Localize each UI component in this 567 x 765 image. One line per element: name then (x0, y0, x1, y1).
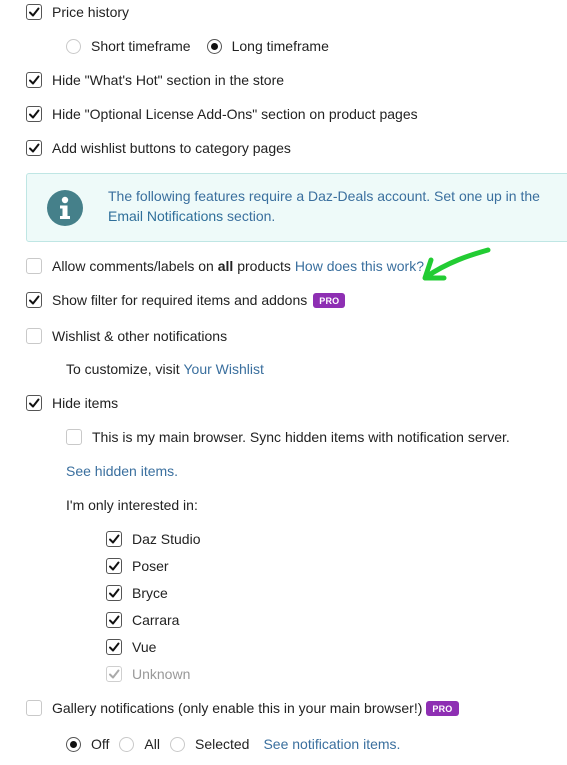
hide-optional-addons-option[interactable]: Hide "Optional License Add-Ons" section … (26, 106, 418, 122)
allow-comments-label-suffix: products (237, 258, 291, 274)
software-option-vue[interactable]: Vue (106, 639, 156, 655)
gallery-selected-label: Selected (194, 736, 250, 752)
poser-label: Poser (132, 558, 169, 574)
price-history-option[interactable]: Price history (26, 4, 129, 20)
wishlist-buttons-checkbox[interactable] (26, 140, 42, 156)
price-history-checkbox[interactable] (26, 4, 42, 20)
allow-comments-label-bold: all (217, 258, 234, 274)
software-option-poser[interactable]: Poser (106, 558, 169, 574)
sync-hidden-option[interactable]: This is my main browser. Sync hidden ite… (66, 429, 510, 445)
allow-comments-checkbox[interactable] (26, 258, 42, 274)
gallery-off-radio[interactable] (66, 736, 81, 752)
wishlist-buttons-option[interactable]: Add wishlist buttons to category pages (26, 140, 291, 156)
show-filter-label: Show filter for required items and addon… (52, 292, 308, 308)
gallery-all-label: All (144, 736, 160, 752)
info-message: The following features require a Daz-Dea… (108, 186, 567, 226)
software-option-bryce[interactable]: Bryce (106, 585, 168, 601)
wishlist-buttons-label: Add wishlist buttons to category pages (52, 140, 291, 156)
info-icon (47, 190, 83, 226)
gallery-off-label: Off (91, 736, 110, 752)
see-hidden-items-link[interactable]: See hidden items. (66, 463, 178, 479)
daz-studio-label: Daz Studio (132, 531, 201, 547)
poser-checkbox[interactable] (106, 558, 122, 574)
wishlist-notifications-checkbox[interactable] (26, 328, 42, 344)
carrara-label: Carrara (132, 612, 180, 628)
vue-label: Vue (132, 639, 157, 655)
email-notifications-link[interactable]: Email Notifications (108, 208, 223, 224)
long-timeframe-label: Long timeframe (231, 38, 329, 54)
gallery-all-radio[interactable] (119, 736, 135, 752)
bryce-checkbox[interactable] (106, 585, 122, 601)
allow-comments-label-prefix: Allow comments/labels on (52, 258, 214, 274)
bryce-label: Bryce (132, 585, 168, 601)
hide-optional-addons-label: Hide "Optional License Add-Ons" section … (52, 106, 418, 122)
software-option-daz-studio[interactable]: Daz Studio (106, 531, 200, 547)
gallery-notifications-option[interactable]: Gallery notifications (only enable this … (26, 700, 459, 716)
interested-in-row: I'm only interested in: (66, 497, 198, 513)
wishlist-notifications-label: Wishlist & other notifications (52, 328, 228, 344)
show-filter-checkbox[interactable] (26, 292, 42, 308)
interested-in-label: I'm only interested in: (66, 497, 198, 513)
hide-whats-hot-option[interactable]: Hide "What's Hot" section in the store (26, 72, 284, 88)
hide-items-option[interactable]: Hide items (26, 395, 118, 411)
see-notification-items-link[interactable]: See notification items. (263, 736, 400, 752)
allow-comments-option[interactable]: Allow comments/labels on all products Ho… (26, 258, 424, 274)
hide-items-checkbox[interactable] (26, 395, 42, 411)
vue-checkbox[interactable] (106, 639, 122, 655)
short-timeframe-radio[interactable] (66, 38, 81, 54)
your-wishlist-link[interactable]: Your Wishlist (183, 361, 263, 377)
green-arrow-icon (422, 247, 491, 281)
info-text-after: section. (227, 208, 276, 224)
hide-whats-hot-checkbox[interactable] (26, 72, 42, 88)
gallery-notifications-label: Gallery notifications (only enable this … (52, 700, 423, 716)
sync-hidden-checkbox[interactable] (66, 429, 82, 445)
carrara-checkbox[interactable] (106, 612, 122, 628)
timeframe-options: Short timeframe Long timeframe (66, 38, 329, 54)
gallery-notifications-checkbox[interactable] (26, 700, 42, 716)
gallery-pro-badge: PRO (426, 700, 459, 716)
unknown-label: Unknown (132, 666, 191, 682)
see-hidden-row: See hidden items. (66, 463, 178, 479)
gallery-mode-options: Off All Selected See notification items. (66, 736, 400, 752)
show-filter-option[interactable]: Show filter for required items and addon… (26, 292, 346, 308)
customize-wishlist-row: To customize, visit Your Wishlist (66, 361, 264, 377)
customize-prefix: To customize, visit (66, 361, 180, 377)
daz-studio-checkbox[interactable] (106, 531, 122, 547)
sync-hidden-label: This is my main browser. Sync hidden ite… (92, 429, 510, 445)
how-does-this-work-link[interactable]: How does this work? (295, 258, 424, 274)
hide-items-label: Hide items (52, 395, 119, 411)
info-text-before: The following features require a Daz-Dea… (108, 188, 540, 204)
pro-badge: PRO (313, 292, 346, 308)
gallery-selected-radio[interactable] (169, 736, 185, 752)
account-info-box: The following features require a Daz-Dea… (26, 173, 567, 242)
unknown-checkbox (106, 666, 122, 682)
hide-optional-addons-checkbox[interactable] (26, 106, 42, 122)
hide-whats-hot-label: Hide "What's Hot" section in the store (52, 72, 285, 88)
long-timeframe-radio[interactable] (206, 38, 222, 54)
price-history-label: Price history (52, 4, 130, 20)
wishlist-notifications-option[interactable]: Wishlist & other notifications (26, 328, 227, 344)
software-option-unknown: Unknown (106, 666, 190, 682)
short-timeframe-label: Short timeframe (91, 38, 191, 54)
software-option-carrara[interactable]: Carrara (106, 612, 179, 628)
